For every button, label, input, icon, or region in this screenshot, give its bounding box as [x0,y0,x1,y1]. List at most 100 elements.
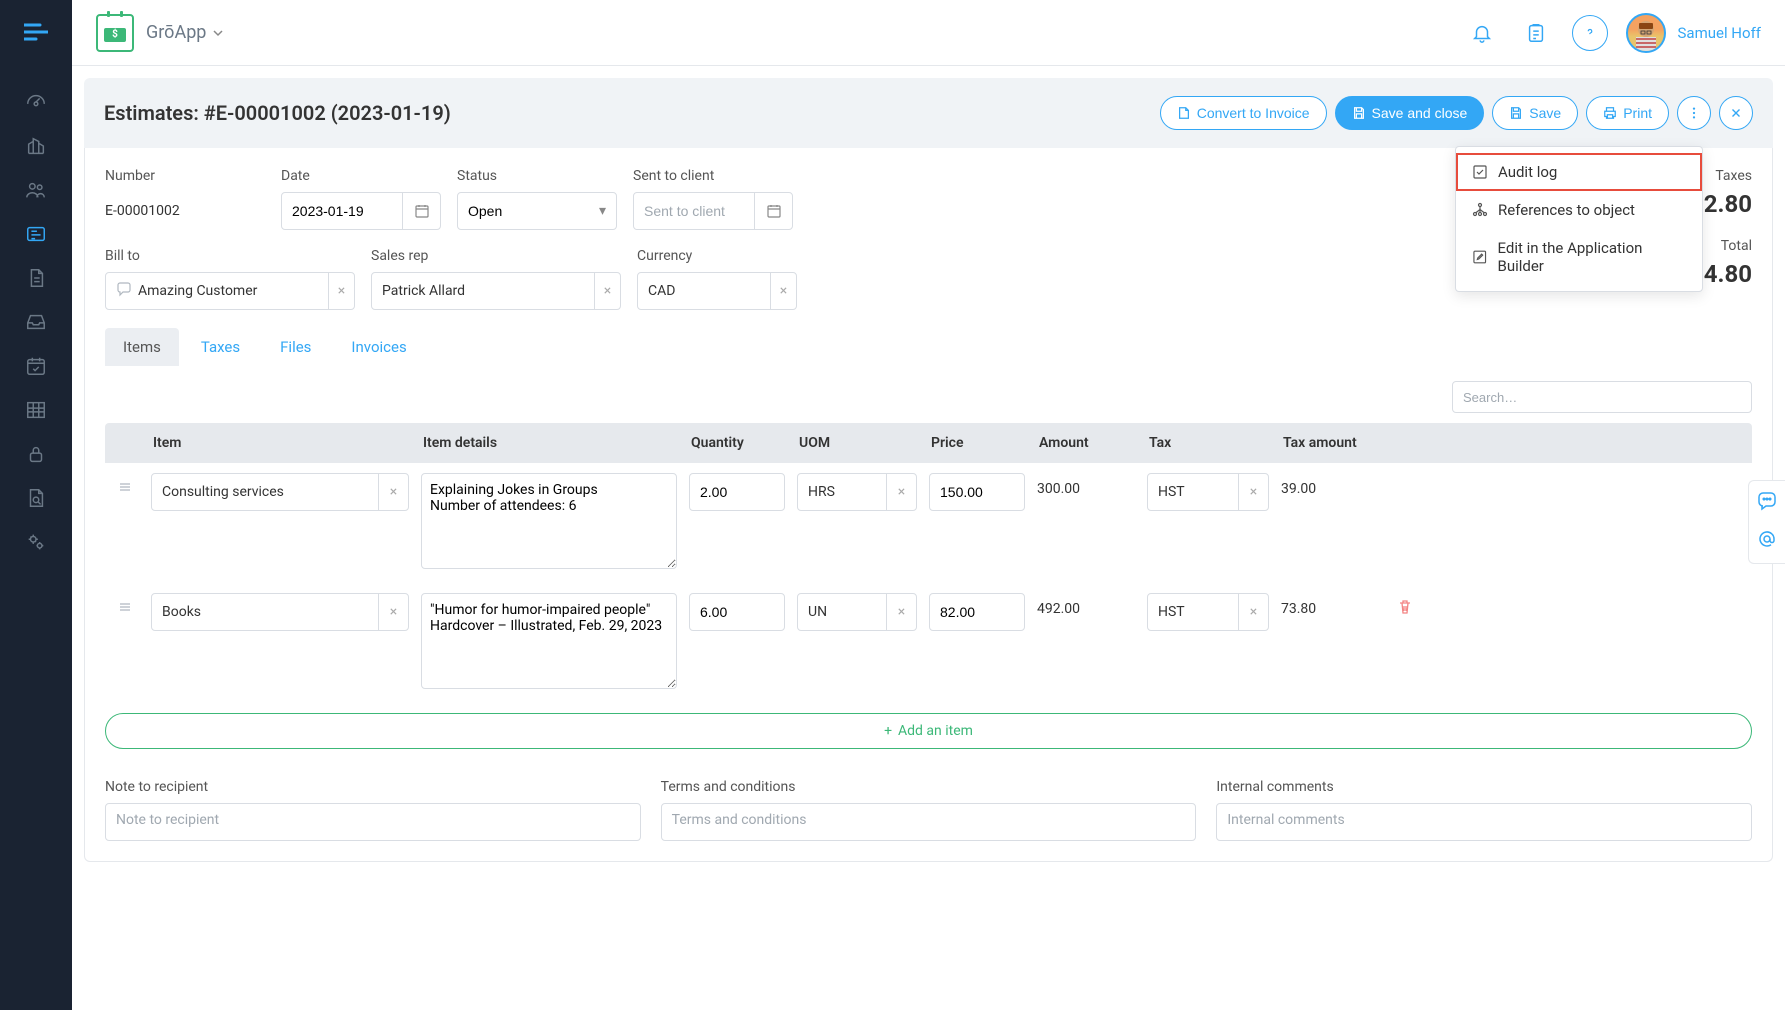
tab-files[interactable]: Files [262,328,329,366]
menu-item-edit-builder[interactable]: Edit in the Application Builder [1456,229,1702,285]
add-item-button[interactable]: + Add an item [105,713,1752,749]
save-label: Save [1529,105,1561,121]
col-qty: Quantity [683,423,791,463]
uom-select[interactable]: UN× [797,593,917,631]
report-search-icon [25,487,47,509]
tab-invoices[interactable]: Invoices [333,328,424,366]
search-input[interactable] [1463,382,1741,412]
menu-item-audit-log[interactable]: Audit log [1456,153,1702,191]
billto-clear[interactable]: × [328,273,354,309]
drag-handle[interactable] [105,469,145,577]
items-table: Item Item details Quantity UOM Price Amo… [105,423,1752,703]
at-icon [1757,529,1777,549]
save-button[interactable]: Save [1492,96,1578,130]
chat-icon [116,281,132,301]
avatar[interactable] [1626,13,1666,53]
table-header: Item Item details Quantity UOM Price Amo… [105,423,1752,463]
tax-clear[interactable]: × [1238,594,1268,630]
clipboard-button[interactable] [1518,15,1554,51]
notifications-button[interactable] [1464,15,1500,51]
salesrep-clear[interactable]: × [594,273,620,309]
sent-to-client-field[interactable] [633,192,793,230]
uom-clear[interactable]: × [886,474,916,510]
item-clear[interactable]: × [378,594,408,630]
taxamt-value: 73.80 [1275,589,1385,697]
plus-icon: + [884,723,892,739]
print-label: Print [1623,105,1652,121]
currency-field[interactable]: CAD × [637,272,797,310]
sidebar-item-calendar[interactable] [12,344,60,388]
sidebar-item-table[interactable] [12,388,60,432]
item-select[interactable]: Books× [151,593,409,631]
sidebar-item-dashboard[interactable] [12,80,60,124]
app-switcher[interactable]: GrōApp [146,22,224,43]
sidebar-item-reports[interactable] [12,476,60,520]
currency-clear[interactable]: × [770,273,796,309]
note-label: Note to recipient [105,779,641,795]
more-actions-button[interactable] [1677,96,1711,130]
sidebar-item-inbox[interactable] [12,300,60,344]
sidebar-item-security[interactable] [12,432,60,476]
gears-icon [25,531,47,553]
doc-icon [1177,106,1191,120]
menu-toggle[interactable] [12,8,60,56]
salesrep-field[interactable]: Patrick Allard × [371,272,621,310]
sidebar-item-estimates[interactable] [12,212,60,256]
sidebar-item-contacts[interactable] [12,168,60,212]
number-value: E-00001002 [105,192,265,230]
sidebar-item-invoices[interactable] [12,256,60,300]
item-select[interactable]: Consulting services× [151,473,409,511]
uom-value: UN [808,604,886,620]
qty-input[interactable] [689,473,785,511]
uom-clear[interactable]: × [886,594,916,630]
drag-handle[interactable] [105,589,145,697]
uom-select[interactable]: HRS× [797,473,917,511]
price-input[interactable] [929,593,1025,631]
inbox-icon [25,311,47,333]
date-picker-button[interactable] [402,193,440,229]
col-price: Price [923,423,1031,463]
currency-value: CAD [648,283,770,299]
table-row: Consulting services× HRS× 300.00 HST× 39… [105,463,1752,583]
tax-clear[interactable]: × [1238,474,1268,510]
price-input[interactable] [929,473,1025,511]
item-details-input[interactable] [421,593,677,689]
items-search[interactable] [1452,381,1752,413]
sent-input[interactable] [644,203,754,219]
item-details-input[interactable] [421,473,677,569]
qty-input[interactable] [689,593,785,631]
sidebar-item-building[interactable] [12,124,60,168]
grid-icon [25,399,47,421]
convert-to-invoice-button[interactable]: Convert to Invoice [1160,96,1327,130]
date-field[interactable] [281,192,441,230]
note-input[interactable] [105,803,641,841]
status-dropdown[interactable]: Open [468,193,606,229]
status-select[interactable]: Open [457,192,617,230]
print-button[interactable]: Print [1586,96,1669,130]
menu-item-references[interactable]: References to object [1456,191,1702,229]
item-clear[interactable]: × [378,474,408,510]
tax-select[interactable]: HST× [1147,473,1269,511]
tax-select[interactable]: HST× [1147,593,1269,631]
dock-chat-button[interactable] [1757,491,1777,515]
sidebar-item-settings[interactable] [12,520,60,564]
internal-input[interactable] [1216,803,1752,841]
delete-row-button[interactable] [1385,589,1425,697]
dock-mention-button[interactable] [1757,529,1777,553]
number-label: Number [105,168,265,184]
col-amount: Amount [1031,423,1141,463]
billto-field[interactable]: Amazing Customer × [105,272,355,310]
right-dock [1748,480,1785,564]
people-icon [25,179,47,201]
tab-items[interactable]: Items [105,328,179,366]
terms-input[interactable] [661,803,1197,841]
help-button[interactable] [1572,15,1608,51]
sent-date-picker-button[interactable] [754,193,792,229]
close-button[interactable] [1719,96,1753,130]
user-name[interactable]: Samuel Hoff [1678,24,1762,42]
date-input[interactable] [292,203,402,219]
tab-taxes[interactable]: Taxes [183,328,258,366]
save-and-close-button[interactable]: Save and close [1335,96,1485,130]
chat-icon [1757,491,1777,511]
menu-label: Audit log [1498,163,1557,181]
